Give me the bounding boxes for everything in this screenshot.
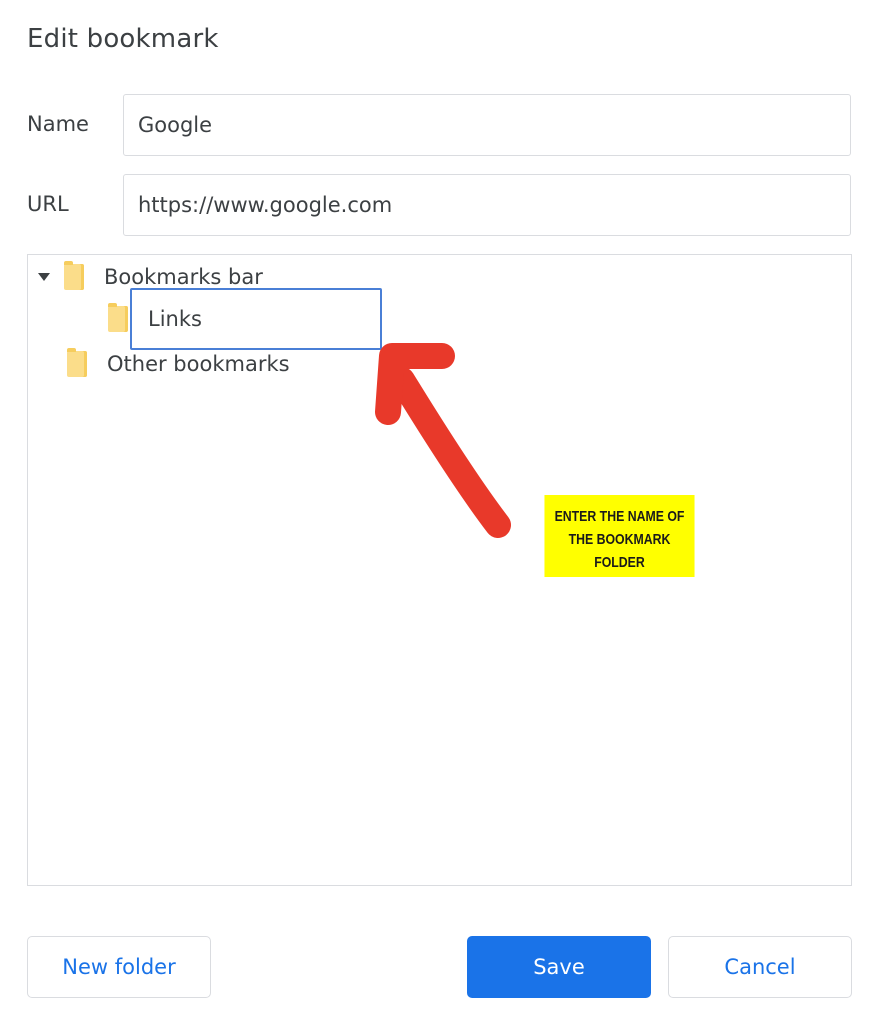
tree-item-label: Bookmarks bar — [104, 265, 263, 289]
annotation-arrow-icon — [375, 343, 511, 538]
folder-icon — [67, 348, 87, 377]
annotation-line: FOLDER — [594, 554, 645, 571]
name-input[interactable] — [123, 94, 851, 156]
dialog-title: Edit bookmark — [27, 24, 219, 54]
save-button[interactable]: Save — [467, 936, 651, 998]
cancel-button[interactable]: Cancel — [668, 936, 852, 998]
tree-item-label: Other bookmarks — [107, 352, 290, 376]
tree-item-other-bookmarks[interactable]: Other bookmarks — [67, 347, 290, 381]
annotation-callout: ENTER THE NAME OF THE BOOKMARK FOLDER — [544, 495, 695, 577]
expand-toggle-icon[interactable] — [38, 273, 50, 281]
new-folder-button[interactable]: New folder — [27, 936, 211, 998]
folder-name-input[interactable] — [130, 288, 382, 350]
annotation-line: THE BOOKMARK — [568, 531, 671, 548]
url-label: URL — [27, 192, 69, 216]
folder-icon — [108, 303, 128, 332]
folder-icon — [64, 261, 84, 290]
annotation-line: ENTER THE NAME OF — [554, 508, 685, 525]
name-label: Name — [27, 112, 89, 136]
url-input[interactable] — [123, 174, 851, 236]
